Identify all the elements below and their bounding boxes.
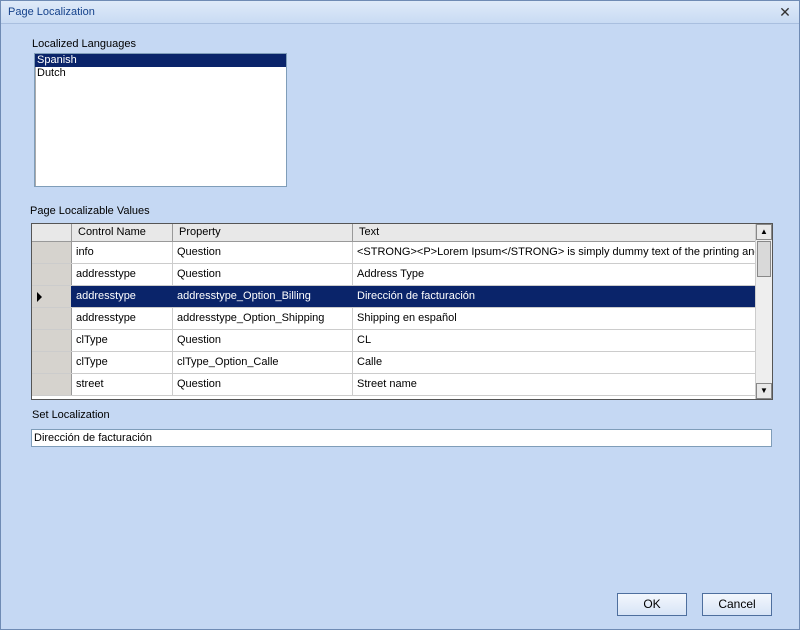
languages-label: Localized Languages <box>32 38 136 50</box>
cancel-button[interactable]: Cancel <box>702 593 772 616</box>
scroll-down-icon[interactable]: ▼ <box>756 383 772 399</box>
languages-listbox[interactable]: Spanish Dutch <box>34 53 287 187</box>
current-row-arrow-icon <box>37 292 42 302</box>
row-header-corner <box>32 224 72 241</box>
column-header-property[interactable]: Property <box>173 224 353 241</box>
row-header[interactable] <box>32 374 72 395</box>
language-item-dutch[interactable]: Dutch <box>35 67 286 80</box>
cell-control-name[interactable]: clType <box>72 330 173 351</box>
close-icon[interactable]: ✕ <box>777 4 793 20</box>
row-header[interactable] <box>32 352 72 373</box>
language-item-spanish[interactable]: Spanish <box>35 54 286 67</box>
cell-property[interactable]: addresstype_Option_Shipping <box>173 308 353 329</box>
cell-text[interactable]: Street name <box>353 374 756 395</box>
row-header[interactable] <box>32 242 72 263</box>
table-row[interactable]: addresstype addresstype_Option_Shipping … <box>32 308 756 330</box>
grid-body: info Question <STRONG><P>Lorem Ipsum</ST… <box>32 242 756 399</box>
cell-control-name[interactable]: addresstype <box>72 286 173 307</box>
grid-header: Control Name Property Text <box>32 224 756 242</box>
cell-control-name[interactable]: addresstype <box>72 308 173 329</box>
cell-property[interactable]: Question <box>173 264 353 285</box>
cell-text[interactable]: Shipping en español <box>353 308 756 329</box>
cell-property[interactable]: addresstype_Option_Billing <box>173 286 353 307</box>
table-row[interactable]: clType clType_Option_Calle Calle <box>32 352 756 374</box>
cell-property[interactable]: Question <box>173 242 353 263</box>
window-title: Page Localization <box>8 6 95 18</box>
page-localization-dialog: Page Localization ✕ Localized Languages … <box>0 0 800 630</box>
scroll-up-icon[interactable]: ▲ <box>756 224 772 240</box>
table-row[interactable]: street Question Street name <box>32 374 756 396</box>
row-header[interactable] <box>32 286 72 307</box>
row-header[interactable] <box>32 308 72 329</box>
cell-control-name[interactable]: info <box>72 242 173 263</box>
column-header-control-name[interactable]: Control Name <box>72 224 173 241</box>
cell-property[interactable]: clType_Option_Calle <box>173 352 353 373</box>
cell-control-name[interactable]: clType <box>72 352 173 373</box>
cell-control-name[interactable]: street <box>72 374 173 395</box>
cell-text[interactable]: <STRONG><P>Lorem Ipsum</STRONG> is simpl… <box>353 242 756 263</box>
row-header[interactable] <box>32 330 72 351</box>
table-row[interactable]: clType Question CL <box>32 330 756 352</box>
table-row[interactable]: addresstype Question Address Type <box>32 264 756 286</box>
ok-button[interactable]: OK <box>617 593 687 616</box>
cell-property[interactable]: Question <box>173 330 353 351</box>
title-bar: Page Localization ✕ <box>1 1 799 24</box>
cell-text[interactable]: Address Type <box>353 264 756 285</box>
localizable-values-grid[interactable]: Control Name Property Text info Question… <box>31 223 773 400</box>
cell-control-name[interactable]: addresstype <box>72 264 173 285</box>
set-localization-label: Set Localization <box>32 409 110 421</box>
row-header[interactable] <box>32 264 72 285</box>
cell-text[interactable]: CL <box>353 330 756 351</box>
cell-property[interactable]: Question <box>173 374 353 395</box>
table-row-selected[interactable]: addresstype addresstype_Option_Billing D… <box>32 286 756 308</box>
grid-vertical-scrollbar[interactable]: ▲ ▼ <box>755 224 772 399</box>
cell-text[interactable]: Dirección de facturación <box>353 286 756 307</box>
column-header-text[interactable]: Text <box>353 224 756 241</box>
table-row[interactable]: info Question <STRONG><P>Lorem Ipsum</ST… <box>32 242 756 264</box>
scroll-thumb[interactable] <box>757 241 771 277</box>
cell-text[interactable]: Calle <box>353 352 756 373</box>
set-localization-input[interactable]: Dirección de facturación <box>31 429 772 447</box>
values-label: Page Localizable Values <box>30 205 150 217</box>
